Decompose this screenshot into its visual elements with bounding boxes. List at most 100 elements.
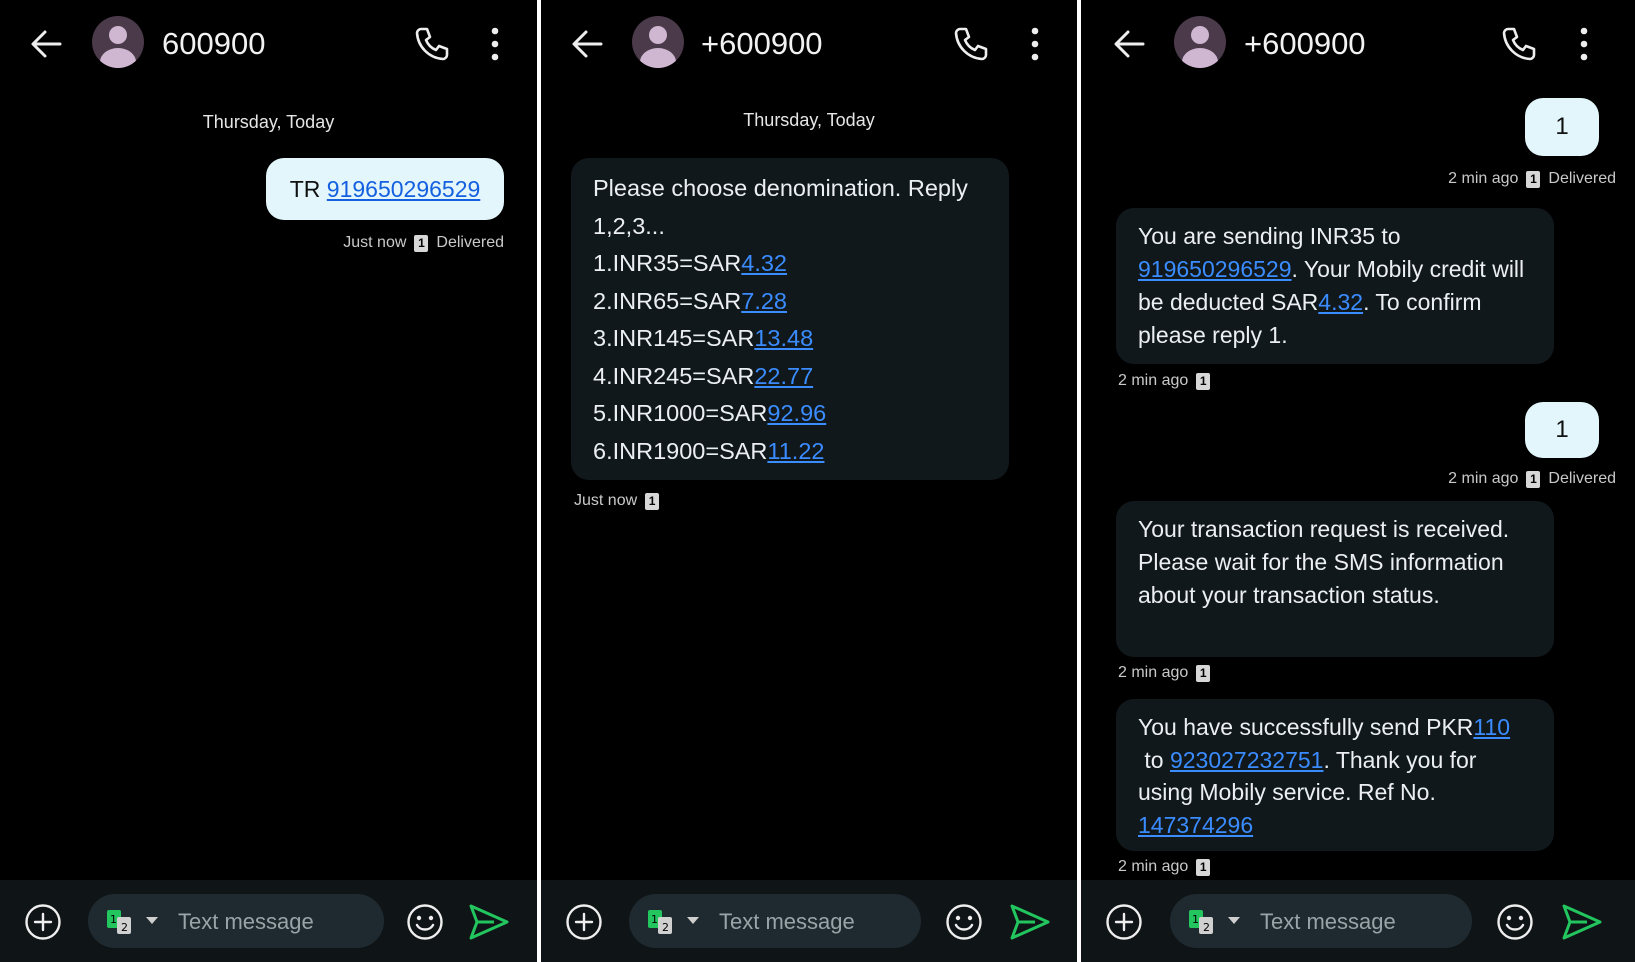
sim-badge: 1 (1196, 664, 1211, 682)
send-icon[interactable] (1009, 902, 1051, 942)
incoming-message[interactable]: You are sending INR35 to 919650296529. Y… (1116, 208, 1554, 364)
message-placeholder: Text message (178, 909, 314, 934)
contact-title: +600900 (701, 26, 823, 61)
incoming-message[interactable]: Your transaction request is received. Pl… (1116, 501, 1554, 657)
message-meta: Just now 1 (574, 492, 660, 510)
conversation-panel-3: +600900 1 2 min ago 1 Delivered You are … (1081, 0, 1635, 962)
message-meta: 2 min ago 1 (1118, 664, 1211, 682)
dual-sim-icon[interactable]: 12 (1188, 909, 1216, 935)
svg-text:2: 2 (121, 921, 128, 934)
sim-badge: 1 (645, 492, 660, 510)
message-placeholder: Text message (1260, 909, 1396, 934)
emoji-icon[interactable] (1496, 903, 1534, 941)
timestamp: Just now (574, 492, 638, 509)
send-icon[interactable] (468, 902, 510, 942)
timestamp: 2 min ago (1118, 858, 1189, 875)
chevron-down-icon[interactable] (687, 917, 699, 924)
message-input[interactable]: 12 Text message (629, 894, 921, 948)
sim-badge: 1 (1526, 170, 1541, 188)
delivery-status: Delivered (436, 234, 504, 251)
denomination-option: 6.INR1900=SAR11.22 (593, 437, 825, 464)
app-header: +600900 (1081, 0, 1635, 90)
denomination-option: 1.INR35=SAR4.32 (593, 250, 788, 276)
add-circle-icon[interactable] (24, 903, 62, 941)
message-meta: 2 min ago 1 (1118, 372, 1211, 390)
sim-badge: 1 (1196, 858, 1211, 876)
amount-link[interactable]: 4.32 (1318, 289, 1363, 315)
amount-link[interactable]: 92.96 (767, 400, 826, 426)
sim-badge: 1 (1196, 372, 1211, 390)
outgoing-message[interactable]: 1 (1525, 98, 1599, 156)
phone-icon[interactable] (412, 24, 452, 64)
svg-text:2: 2 (662, 921, 669, 934)
denomination-option: 3.INR145=SAR13.48 (593, 325, 814, 351)
chevron-down-icon[interactable] (1228, 917, 1240, 924)
avatar[interactable] (92, 16, 144, 68)
message-meta: 2 min ago 1 Delivered (1448, 170, 1616, 188)
arrow-left-icon[interactable] (1111, 26, 1147, 62)
avatar[interactable] (1174, 16, 1226, 68)
timestamp: Just now (343, 234, 407, 251)
app-header: +600900 (541, 0, 1077, 90)
add-circle-icon[interactable] (565, 903, 603, 941)
more-vertical-icon[interactable] (1579, 26, 1589, 62)
denomination-option: 4.INR245=SAR22.77 (593, 362, 814, 389)
sim-badge: 1 (414, 234, 429, 252)
timestamp: 2 min ago (1118, 372, 1189, 389)
message-text: TR (289, 175, 327, 202)
timestamp: 2 min ago (1448, 170, 1519, 187)
dual-sim-icon[interactable]: 12 (106, 909, 134, 935)
amount-link[interactable]: 13.48 (754, 325, 813, 351)
svg-text:2: 2 (1203, 921, 1210, 934)
amount-link[interactable]: 11.22 (767, 438, 824, 464)
timestamp: 2 min ago (1448, 470, 1519, 487)
more-vertical-icon[interactable] (1030, 26, 1040, 62)
phone-number-link[interactable]: 919650296529 (327, 176, 481, 203)
delivery-status: Delivered (1548, 170, 1616, 187)
phone-number-link[interactable]: 923027232751 (1170, 747, 1324, 773)
app-header: 600900 (0, 0, 537, 90)
dual-sim-icon[interactable]: 12 (647, 909, 675, 935)
compose-bar: 12 Text message (1081, 880, 1635, 962)
svg-text:1: 1 (651, 913, 658, 926)
contact-title: +600900 (1244, 26, 1366, 61)
phone-icon[interactable] (951, 24, 991, 64)
denomination-option: 5.INR1000=SAR92.96 (593, 400, 827, 426)
message-meta: 2 min ago 1 (1118, 858, 1211, 876)
outgoing-message[interactable]: TR 919650296529 (266, 158, 504, 220)
svg-text:1: 1 (110, 913, 117, 926)
add-circle-icon[interactable] (1105, 903, 1143, 941)
amount-link[interactable]: 4.32 (741, 250, 787, 276)
arrow-left-icon[interactable] (569, 26, 605, 62)
message-input[interactable]: 12 Text message (1170, 894, 1472, 948)
sim-badge: 1 (1526, 470, 1541, 488)
message-input[interactable]: 12 Text message (88, 894, 384, 948)
emoji-icon[interactable] (406, 903, 444, 941)
chevron-down-icon[interactable] (146, 917, 158, 924)
date-divider: Thursday, Today (743, 110, 875, 130)
amount-link[interactable]: 22.77 (754, 363, 813, 389)
compose-bar: 12 Text message (0, 880, 537, 962)
phone-icon[interactable] (1499, 24, 1539, 64)
conversation-panel-1: 600900 Thursday, Today TR 919650296529 J… (0, 0, 537, 962)
message-placeholder: Text message (719, 909, 855, 934)
message-meta: 2 min ago 1 Delivered (1448, 470, 1616, 488)
timestamp: 2 min ago (1118, 664, 1189, 681)
svg-text:1: 1 (1192, 913, 1199, 926)
incoming-message[interactable]: You have successfully send PKR110 to 923… (1116, 699, 1554, 851)
reference-link[interactable]: 147374296 (1138, 812, 1253, 838)
avatar[interactable] (632, 16, 684, 68)
delivery-status: Delivered (1548, 470, 1616, 487)
amount-link[interactable]: 7.28 (741, 288, 787, 314)
phone-number-link[interactable]: 919650296529 (1138, 256, 1292, 282)
more-vertical-icon[interactable] (490, 26, 500, 62)
outgoing-message[interactable]: 1 (1525, 402, 1599, 458)
emoji-icon[interactable] (945, 903, 983, 941)
arrow-left-icon[interactable] (28, 26, 64, 62)
amount-link[interactable]: 110 (1473, 714, 1510, 740)
date-divider: Thursday, Today (202, 112, 335, 132)
message-text: Please choose denomination. Reply 1,2,3.… (593, 175, 968, 239)
send-icon[interactable] (1561, 902, 1603, 942)
incoming-message[interactable]: Please choose denomination. Reply 1,2,3.… (571, 158, 1009, 480)
denomination-option: 2.INR65=SAR7.28 (593, 287, 788, 314)
